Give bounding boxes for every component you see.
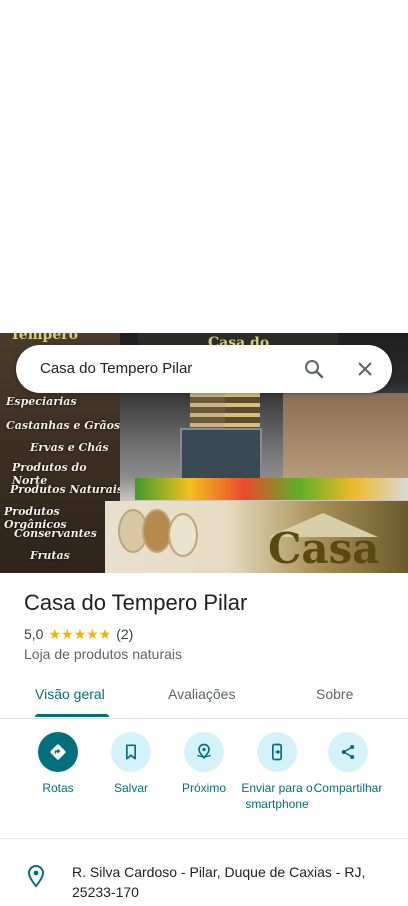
address-text[interactable]: R. Silva Cardoso - Pilar, Duque de Caxia… — [72, 862, 382, 902]
share-label: Compartilhar — [313, 781, 383, 795]
send-to-phone-label: Enviar para o smartphone — [241, 781, 313, 811]
divider — [0, 838, 408, 839]
bookmark-icon[interactable] — [111, 732, 151, 772]
review-count[interactable]: (2) — [116, 626, 133, 642]
tab-overview[interactable]: Visão geral — [35, 686, 105, 702]
directions-button[interactable]: Rotas — [20, 732, 96, 796]
right-wall — [283, 393, 408, 483]
banner-line: Especiarias — [6, 395, 77, 408]
close-icon[interactable] — [353, 357, 377, 381]
nearby-label: Próximo — [181, 781, 226, 795]
tab-about[interactable]: Sobre — [316, 686, 353, 702]
location-pin-icon — [26, 864, 46, 888]
rating-row[interactable]: 5,0 ★★★★★ (2) — [24, 625, 133, 643]
rating-value: 5,0 — [24, 626, 44, 642]
search-icon[interactable] — [302, 357, 326, 381]
top-left-sign: Tempero — [10, 333, 78, 343]
send-to-phone-icon[interactable] — [257, 732, 297, 772]
tab-reviews[interactable]: Avaliações — [168, 686, 235, 702]
directions-icon[interactable] — [38, 732, 78, 772]
shelves — [225, 393, 260, 428]
store-logo-text: Casa — [268, 524, 380, 573]
share-button[interactable]: Compartilhar — [310, 732, 386, 796]
place-category[interactable]: Loja de produtos naturais — [24, 646, 182, 662]
banner-line: Ervas e Chás — [30, 441, 109, 454]
send-to-phone-button[interactable]: Enviar para o smartphone — [239, 732, 315, 812]
banner-line: Frutas — [30, 549, 70, 562]
save-button[interactable]: Salvar — [93, 732, 169, 796]
search-input[interactable]: Casa do Tempero Pilar — [40, 360, 192, 377]
star-rating-icon: ★★★★★ — [48, 625, 112, 642]
nearby-icon[interactable] — [184, 732, 224, 772]
active-tab-indicator — [35, 714, 109, 717]
spice-spoon — [168, 513, 198, 557]
fridge — [180, 428, 262, 482]
tab-bar: Visão geral Avaliações Sobre — [0, 676, 408, 719]
save-label: Salvar — [113, 781, 148, 795]
directions-label: Rotas — [42, 781, 74, 795]
banner-line: Castanhas e Grãos — [6, 419, 121, 432]
nearby-button[interactable]: Próximo — [166, 732, 242, 796]
search-bar[interactable]: Casa do Tempero Pilar — [16, 345, 392, 393]
banner-line: Conservantes — [14, 527, 97, 540]
share-icon[interactable] — [328, 732, 368, 772]
banner-line: Produtos Naturais — [10, 483, 124, 496]
place-title: Casa do Tempero Pilar — [24, 590, 248, 615]
map-area[interactable] — [0, 0, 408, 333]
fruit-counter — [135, 478, 408, 500]
